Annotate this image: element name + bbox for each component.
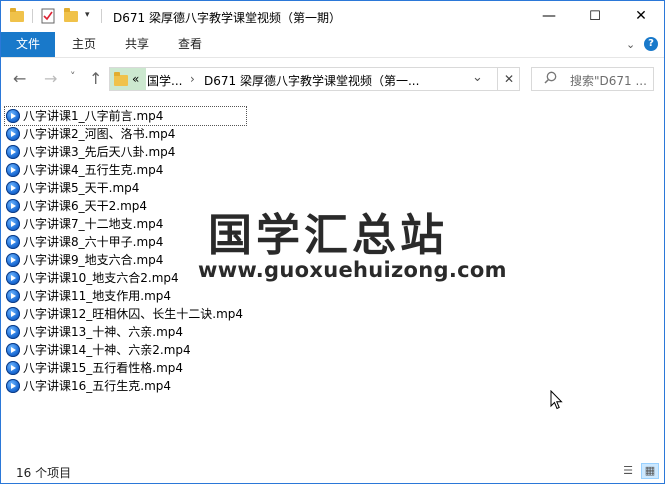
clear-address-button[interactable]: ✕ (497, 68, 520, 90)
divider (32, 9, 33, 23)
list-item[interactable]: 八字讲课5_天干.mp4 (5, 179, 565, 197)
media-file-icon (6, 343, 20, 357)
minimize-button[interactable]: — (526, 1, 572, 32)
folder-icon[interactable] (10, 8, 24, 24)
media-file-icon (6, 163, 20, 177)
breadcrumb-item[interactable]: D671 梁厚德八字教学课堂视频（第一... (204, 72, 419, 89)
back-button[interactable]: ← (13, 69, 26, 88)
list-item[interactable]: 八字讲课12_旺相休囚、长生十二诀.mp4 (5, 305, 565, 323)
file-name: 八字讲课13_十神、六亲.mp4 (23, 325, 184, 339)
navigation-bar: ← → ˅ ↑ « 国学... › D671 梁厚德八字教学课堂视频（第一...… (1, 58, 664, 100)
folder-icon (114, 70, 128, 86)
divider (101, 9, 102, 23)
breadcrumb-overflow[interactable]: « (132, 72, 139, 86)
ribbon-tabs: 文件 主页 共享 查看 ⌄ ? (1, 32, 664, 58)
window-title: D671 梁厚德八字教学课堂视频（第一期） (113, 11, 341, 25)
details-view-icon[interactable]: ☰ (620, 464, 636, 478)
tab-home[interactable]: 主页 (72, 32, 96, 57)
expand-ribbon-icon[interactable]: ⌄ (626, 38, 635, 51)
file-name: 八字讲课11_地支作用.mp4 (23, 289, 172, 303)
title-bar: ▾ D671 梁厚德八字教学课堂视频（第一期） — ☐ ✕ (1, 1, 664, 32)
list-item[interactable]: 八字讲课4_五行生克.mp4 (5, 161, 565, 179)
list-item[interactable]: 八字讲课11_地支作用.mp4 (5, 287, 565, 305)
media-file-icon (6, 325, 20, 339)
file-name: 八字讲课3_先后天八卦.mp4 (23, 145, 176, 159)
media-file-icon (6, 235, 20, 249)
breadcrumb-item[interactable]: 国学... (147, 72, 182, 89)
file-name: 八字讲课12_旺相休囚、长生十二诀.mp4 (23, 307, 244, 321)
customize-toolbar-icon[interactable]: ▾ (85, 10, 90, 26)
watermark-url: www.guoxuehuizong.com (198, 258, 507, 282)
media-file-icon (6, 253, 20, 267)
list-item[interactable]: 八字讲课13_十神、六亲.mp4 (5, 323, 565, 341)
file-name: 八字讲课14_十神、六亲2.mp4 (23, 343, 191, 357)
list-item[interactable]: 八字讲课3_先后天八卦.mp4 (5, 143, 565, 161)
file-name: 八字讲课1_八字前言.mp4 (23, 109, 164, 123)
breadcrumb-separator[interactable]: › (190, 72, 195, 86)
file-name: 八字讲课10_地支六合2.mp4 (23, 271, 179, 285)
search-icon (544, 71, 557, 88)
status-bar: 16 个项目 ☰ ▦ (1, 460, 664, 483)
file-name: 八字讲课6_天干2.mp4 (23, 199, 148, 213)
tab-share[interactable]: 共享 (125, 32, 149, 57)
file-name: 八字讲课15_五行看性格.mp4 (23, 361, 184, 375)
item-count: 16 个项目 (16, 466, 72, 480)
media-file-icon (6, 181, 20, 195)
recent-locations-button[interactable]: ˅ (70, 70, 76, 83)
media-file-icon (6, 361, 20, 375)
media-file-icon (6, 217, 20, 231)
media-file-icon (6, 271, 20, 285)
search-input[interactable]: 搜索"D671 ... (570, 72, 652, 89)
search-box[interactable]: 搜索"D671 ... (531, 67, 654, 91)
new-folder-icon[interactable] (64, 8, 78, 24)
file-name: 八字讲课2_河图、洛书.mp4 (23, 127, 176, 141)
properties-icon[interactable] (41, 7, 55, 24)
file-name: 八字讲课7_十二地支.mp4 (23, 217, 164, 231)
list-item[interactable]: 八字讲课14_十神、六亲2.mp4 (5, 341, 565, 359)
tab-view[interactable]: 查看 (178, 32, 202, 57)
address-dropdown-icon[interactable]: ⌄ (472, 70, 483, 85)
explorer-window: ▾ D671 梁厚德八字教学课堂视频（第一期） — ☐ ✕ 文件 主页 共享 查… (0, 0, 665, 484)
media-file-icon (6, 289, 20, 303)
help-icon[interactable]: ? (644, 37, 658, 51)
media-file-icon (6, 109, 20, 123)
media-file-icon (6, 199, 20, 213)
file-name: 八字讲课4_五行生克.mp4 (23, 163, 164, 177)
address-bar[interactable]: « 国学... › D671 梁厚德八字教学课堂视频（第一... ⌄ ✕ (109, 67, 520, 91)
list-item[interactable]: 八字讲课1_八字前言.mp4 (4, 106, 247, 126)
list-item[interactable]: 八字讲课16_五行生克.mp4 (5, 377, 565, 395)
media-file-icon (6, 307, 20, 321)
media-file-icon (6, 145, 20, 159)
close-button[interactable]: ✕ (618, 1, 664, 32)
file-name: 八字讲课5_天干.mp4 (23, 181, 140, 195)
tab-file[interactable]: 文件 (1, 32, 55, 57)
file-name: 八字讲课16_五行生克.mp4 (23, 379, 172, 393)
list-item[interactable]: 八字讲课15_五行看性格.mp4 (5, 359, 565, 377)
file-name: 八字讲课8_六十甲子.mp4 (23, 235, 164, 249)
large-icons-view-icon[interactable]: ▦ (641, 463, 659, 479)
up-button[interactable]: ↑ (89, 69, 102, 88)
forward-button[interactable]: → (44, 69, 57, 88)
file-name: 八字讲课9_地支六合.mp4 (23, 253, 164, 267)
maximize-button[interactable]: ☐ (572, 1, 618, 32)
watermark-title: 国学汇总站 (208, 210, 448, 261)
list-item[interactable]: 八字讲课2_河图、洛书.mp4 (5, 125, 565, 143)
media-file-icon (6, 379, 20, 393)
media-file-icon (6, 127, 20, 141)
